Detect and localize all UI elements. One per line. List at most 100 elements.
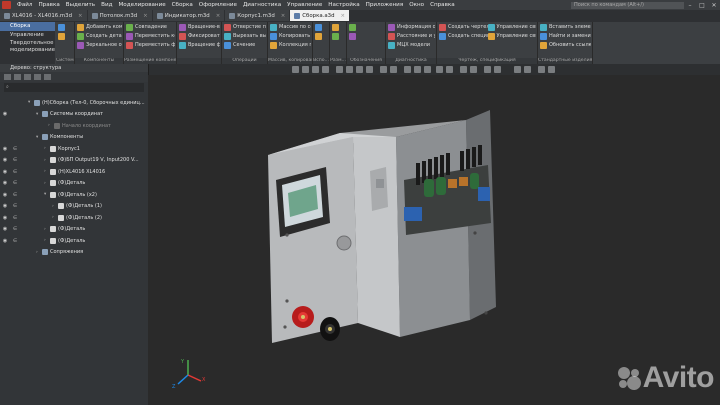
view-tool-icon[interactable]	[356, 66, 363, 73]
ribbon-button[interactable]	[332, 24, 345, 33]
tree-tool-icon[interactable]	[44, 74, 51, 80]
view-tool-icon[interactable]	[346, 66, 353, 73]
ribbon-button[interactable]: Управление связанными с...	[487, 33, 536, 42]
view-tool-icon[interactable]	[548, 66, 555, 73]
minimize-icon[interactable]: –	[684, 2, 696, 9]
tree-tool-icon[interactable]	[4, 74, 11, 80]
tree-row[interactable]: ◉ ∈ › (Ф)Деталь (2)	[0, 212, 148, 224]
tree-tool-icon[interactable]	[34, 74, 41, 80]
close-icon[interactable]: ✕	[708, 2, 720, 9]
visibility-eye-icon[interactable]: ◉	[0, 226, 10, 232]
menu-item[interactable]: Сборка	[169, 2, 196, 8]
tree-row[interactable]: ◉ ∈ › (Ф)Деталь	[0, 178, 148, 190]
ribbon-button[interactable]	[58, 24, 73, 33]
menu-item[interactable]: Настройка	[325, 2, 362, 8]
ribbon-button[interactable]	[58, 33, 73, 42]
view-tool-icon[interactable]	[514, 66, 521, 73]
menu-item[interactable]: Моделирование	[115, 2, 168, 8]
ribbon-button[interactable]	[315, 24, 328, 33]
document-tab[interactable]: Корпус1.m3d ×	[225, 10, 290, 21]
menu-item[interactable]: Файл	[14, 2, 35, 8]
ribbon-button[interactable]: Фиксировать	[179, 33, 220, 42]
view-tool-icon[interactable]	[470, 66, 477, 73]
menu-item[interactable]: Выделить	[63, 2, 98, 8]
menu-item[interactable]: Окно	[406, 2, 427, 8]
ribbon-button[interactable]: Переместить компонент	[126, 33, 175, 42]
mode-solid-modeling[interactable]: Твердотельное моделирование	[0, 40, 55, 54]
view-tool-icon[interactable]	[460, 66, 467, 73]
tree-row[interactable]: › Начало координат	[0, 120, 148, 132]
document-tab[interactable]: Индикатор.m3d ×	[152, 10, 225, 21]
ribbon-button[interactable]: Зеркальное отражение...	[77, 42, 122, 51]
visibility-eye-icon[interactable]: ◉	[0, 157, 10, 163]
tree-row[interactable]: ◉ ∈ ▾ (Ф)Деталь (x2)	[0, 189, 148, 201]
view-tool-icon[interactable]	[538, 66, 545, 73]
menu-item[interactable]: Оформление	[196, 2, 240, 8]
view-tool-icon[interactable]	[322, 66, 329, 73]
view-tool-icon[interactable]	[436, 66, 443, 73]
ribbon-button[interactable]: МЦХ модели	[388, 42, 435, 51]
visibility-eye-icon[interactable]: ◉	[0, 146, 10, 152]
ribbon-button[interactable]: Создать чертеж по модели	[439, 24, 488, 33]
ribbon-button[interactable]: Найти и заменить	[540, 33, 591, 42]
ribbon-button[interactable]	[349, 33, 384, 42]
tree-search-input[interactable]: ⌕	[4, 83, 144, 92]
tree-tool-icon[interactable]	[24, 74, 31, 80]
ribbon-button[interactable]: Управление связанными ч...	[487, 24, 536, 33]
close-tab-icon[interactable]: ×	[341, 13, 346, 19]
ribbon-button[interactable]: Массив по сетке	[270, 24, 311, 33]
mode-assembly[interactable]: Сборка	[0, 22, 55, 31]
tree-row[interactable]: ◉ ∈ › Корпус1	[0, 143, 148, 155]
tree-row[interactable]: ▾ (Н)Сборка (Тел-0, Сборочных единиц...	[0, 97, 148, 109]
ribbon-button[interactable]: Копировать объекты	[270, 33, 311, 42]
ribbon-button[interactable]	[315, 33, 328, 42]
ribbon-button[interactable]: Создать деталь	[77, 33, 122, 42]
ribbon-button[interactable]: Расстояние и угол	[388, 33, 435, 42]
tree-row[interactable]: ◉ ∈ › (Ф)Деталь	[0, 235, 148, 247]
visibility-eye-icon[interactable]: ◉	[0, 192, 10, 198]
ribbon-button[interactable]: Информация об объекте	[388, 24, 435, 33]
ribbon-button[interactable]: Переместить фиксацию	[126, 42, 175, 51]
ribbon-button[interactable]	[349, 24, 384, 33]
view-tool-icon[interactable]	[336, 66, 343, 73]
ribbon-button[interactable]: Совпадение	[126, 24, 175, 33]
ribbon-button[interactable]: Создать спецификацию	[439, 33, 488, 42]
menu-item[interactable]: Вид	[98, 2, 115, 8]
tree-row[interactable]: ◉ ▾ Системы координат	[0, 109, 148, 121]
view-tool-icon[interactable]	[524, 66, 531, 73]
view-tool-icon[interactable]	[302, 66, 309, 73]
document-tab[interactable]: Потолок.m3d ×	[87, 10, 152, 21]
view-tool-icon[interactable]	[312, 66, 319, 73]
3d-viewport[interactable]: Y X Z Avito	[148, 75, 720, 405]
view-tool-icon[interactable]	[414, 66, 421, 73]
view-tool-icon[interactable]	[484, 66, 491, 73]
close-tab-icon[interactable]: ×	[281, 13, 286, 19]
ribbon-button[interactable]: Обновить ссылки на изд...	[540, 42, 591, 51]
tree-row[interactable]: › Сопряжения	[0, 247, 148, 259]
view-tool-icon[interactable]	[404, 66, 411, 73]
ribbon-button[interactable]: Вращение фиксации	[179, 42, 220, 51]
command-search-input[interactable]: Поиск по командам (Alt+/)	[571, 1, 684, 9]
menu-item[interactable]: Правка	[35, 2, 62, 8]
close-tab-icon[interactable]: ×	[143, 13, 148, 19]
view-tool-icon[interactable]	[380, 66, 387, 73]
ribbon-button[interactable]	[332, 33, 345, 42]
document-tab[interactable]: XL4016 - XL4016.m3d ×	[0, 10, 87, 21]
ribbon-button[interactable]: Вращение-вращение	[179, 24, 220, 33]
maximize-icon[interactable]: □	[696, 2, 708, 9]
view-tool-icon[interactable]	[366, 66, 373, 73]
view-tool-icon[interactable]	[390, 66, 397, 73]
menu-item[interactable]: Диагностика	[240, 2, 284, 8]
tree-row[interactable]: ▾ Компоненты	[0, 132, 148, 144]
menu-item[interactable]: Справка	[427, 2, 458, 8]
view-tool-icon[interactable]	[446, 66, 453, 73]
tree-row[interactable]: ◉ ∈ › (Ф)Деталь	[0, 224, 148, 236]
visibility-eye-icon[interactable]: ◉	[0, 169, 10, 175]
visibility-eye-icon[interactable]: ◉	[0, 203, 10, 209]
tree-tool-icon[interactable]	[14, 74, 21, 80]
tree-row[interactable]: ◉ ∈ › (Ф)БП Output19 V, Input200 V...	[0, 155, 148, 167]
view-tool-icon[interactable]	[424, 66, 431, 73]
ribbon-button[interactable]: Вставить элемент	[540, 24, 591, 33]
close-tab-icon[interactable]: ×	[78, 13, 83, 19]
tree-row[interactable]: ◉ ∈ › (Н)XL4016 XL4016	[0, 166, 148, 178]
